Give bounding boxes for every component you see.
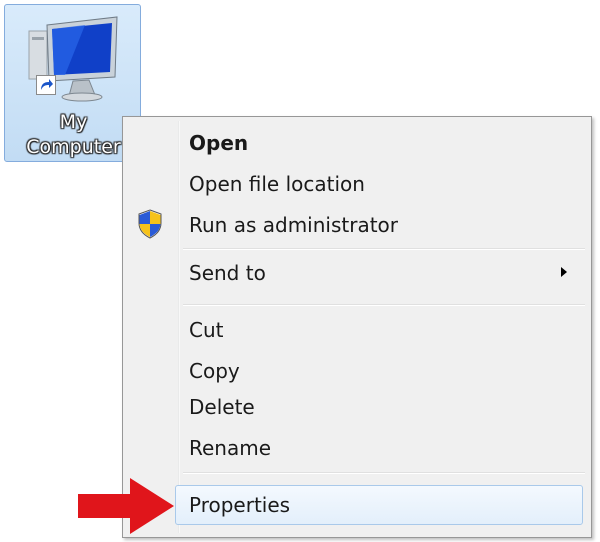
- menu-item-copy[interactable]: Copy: [189, 359, 240, 383]
- menu-separator: [183, 472, 585, 474]
- context-menu: Open Open file location Run as administr…: [122, 116, 592, 538]
- menu-item-properties[interactable]: Properties: [189, 493, 290, 517]
- menu-icon-separator: [178, 121, 180, 533]
- menu-item-send-to[interactable]: Send to: [189, 261, 266, 285]
- shortcut-arrow-icon: [36, 75, 56, 95]
- menu-icon-column: [123, 117, 178, 537]
- menu-item-cut[interactable]: Cut: [189, 318, 223, 342]
- red-pointer-arrow-icon: [78, 478, 174, 534]
- menu-separator: [183, 304, 585, 306]
- menu-item-delete[interactable]: Delete: [189, 395, 255, 419]
- menu-item-open-file-location[interactable]: Open file location: [189, 172, 365, 196]
- menu-item-open[interactable]: Open: [189, 131, 248, 155]
- computer-monitor-icon: [28, 16, 118, 102]
- menu-separator: [183, 248, 585, 250]
- submenu-arrow-icon: [561, 267, 567, 277]
- uac-shield-icon: [138, 209, 162, 239]
- menu-item-rename[interactable]: Rename: [189, 436, 271, 460]
- menu-item-run-as-administrator[interactable]: Run as administrator: [189, 213, 398, 237]
- desktop-icon-my-computer[interactable]: My Computer: [4, 4, 141, 162]
